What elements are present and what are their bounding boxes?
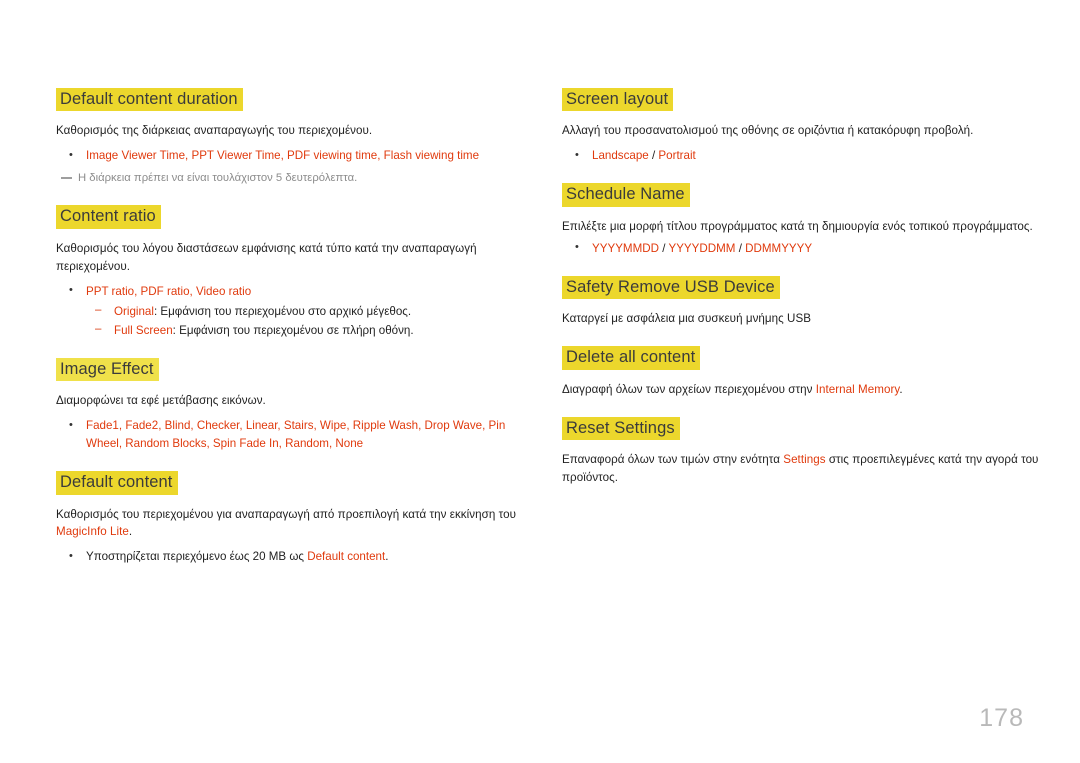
- heading-default-content-duration: Default content duration: [56, 88, 243, 112]
- list-item: Υποστηρίζεται περιεχόμενο έως 20 MB ως D…: [56, 548, 540, 566]
- bullet-list-schedule-name: YYYYMMDD / YYYYDDMM / DDMMYYYY: [562, 239, 1046, 258]
- paragraph-default-content: Καθορισμός του περιεχομένου για αναπαραγ…: [56, 506, 540, 542]
- section-delete-all-content: Delete all content Διαγραφή όλων των αρχ…: [562, 346, 1046, 398]
- bullet-list-content-ratio: PPT ratio, PDF ratio, Video ratio: [56, 282, 540, 301]
- list-item: Original: Εμφάνιση του περιεχομένου στο …: [84, 302, 540, 321]
- paragraph-term: MagicInfo Lite: [56, 525, 129, 539]
- paragraph-term: Internal Memory: [815, 382, 900, 396]
- option-terms: Fade1, Fade2, Blind, Checker, Linear, St…: [86, 419, 506, 451]
- sub-bullet-list-content-ratio: Original: Εμφάνιση του περιεχομένου στο …: [84, 302, 540, 340]
- sub-option-term: Original: [114, 304, 154, 318]
- list-item: YYYYMMDD / YYYYDDMM / DDMMYYYY: [562, 239, 1046, 258]
- list-item: Full Screen: Εμφάνιση του περιεχομένου σ…: [84, 321, 540, 340]
- option-terms: Image Viewer Time, PPT Viewer Time, PDF …: [86, 149, 480, 163]
- bullet-term: Default content: [307, 550, 386, 564]
- list-item: Image Viewer Time, PPT Viewer Time, PDF …: [56, 147, 540, 165]
- paragraph-text-after: .: [899, 382, 903, 396]
- bullet-text-before: Υποστηρίζεται περιεχόμενο έως 20 MB ως: [86, 550, 308, 564]
- paragraph-safety-remove-usb-device: Καταργεί με ασφάλεια μια συσκευή μνήμης …: [562, 312, 812, 326]
- paragraph-content-ratio: Καθορισμός του λόγου διαστάσεων εμφάνιση…: [56, 241, 477, 273]
- paragraph-delete-all-content: Διαγραφή όλων των αρχείων περιεχομένου σ…: [562, 381, 1046, 399]
- section-schedule-name: Schedule Name Επιλέξτε μια μορφή τίτλου …: [562, 183, 1046, 257]
- paragraph-reset-settings: Επαναφορά όλων των τιμών στην ενότητα Se…: [562, 451, 1046, 487]
- note-duration-minimum: Η διάρκεια πρέπει να είναι τουλάχιστον 5…: [56, 170, 540, 187]
- heading-safety-remove-usb-device: Safety Remove USB Device: [562, 275, 780, 300]
- option-term: Landscape: [592, 149, 649, 163]
- section-content-ratio: Content ratio Καθορισμός του λόγου διαστ…: [56, 205, 540, 339]
- bullet-list-default-content: Υποστηρίζεται περιεχόμενο έως 20 MB ως D…: [56, 548, 540, 566]
- heading-default-content: Default content: [56, 471, 178, 495]
- list-item: Landscape / Portrait: [562, 147, 1046, 165]
- paragraph-schedule-name: Επιλέξτε μια μορφή τίτλου προγράμματος κ…: [562, 219, 1033, 233]
- list-item: Fade1, Fade2, Blind, Checker, Linear, St…: [56, 417, 540, 453]
- right-column: Screen layout Αλλαγή του προσανατολισμού…: [562, 88, 1046, 487]
- paragraph-text-before: Διαγραφή όλων των αρχείων περιεχομένου σ…: [562, 382, 816, 396]
- sub-option-term: Full Screen: [114, 323, 173, 337]
- page-number: 178: [979, 704, 1024, 732]
- option-term: DDMMYYYY: [745, 241, 813, 255]
- list-item: PPT ratio, PDF ratio, Video ratio: [56, 282, 540, 301]
- note-text: Η διάρκεια πρέπει να είναι τουλάχιστον 5…: [78, 172, 358, 185]
- sub-list-wrapper: Original: Εμφάνιση του περιεχομένου στο …: [56, 302, 540, 340]
- bullet-text-after: .: [385, 550, 389, 564]
- paragraph-text-before: Καθορισμός του περιεχομένου για αναπαραγ…: [56, 507, 516, 521]
- paragraph-term: Settings: [783, 453, 826, 467]
- section-image-effect: Image Effect Διαμορφώνει τα εφέ μετάβαση…: [56, 357, 540, 453]
- bullet-list-screen-layout: Landscape / Portrait: [562, 147, 1046, 165]
- heading-delete-all-content: Delete all content: [562, 346, 701, 370]
- option-term: YYYYMMDD: [592, 241, 659, 255]
- heading-screen-layout: Screen layout: [562, 88, 674, 112]
- paragraph-image-effect: Διαμορφώνει τα εφέ μετάβασης εικόνων.: [56, 394, 266, 408]
- option-term: YYYYDDMM: [668, 241, 736, 255]
- section-safety-remove-usb-device: Safety Remove USB Device Καταργεί με ασφ…: [562, 275, 1046, 328]
- paragraph-screen-layout: Αλλαγή του προσανατολισμού της οθόνης σε…: [562, 124, 974, 138]
- paragraph-default-content-duration: Καθορισμός της διάρκειας αναπαραγωγής το…: [56, 124, 373, 138]
- heading-image-effect: Image Effect: [56, 357, 159, 382]
- two-column-layout: Default content duration Καθορισμός της …: [56, 88, 1038, 568]
- option-separator: /: [735, 241, 746, 255]
- bullet-list-image-effect: Fade1, Fade2, Blind, Checker, Linear, St…: [56, 417, 540, 453]
- section-default-content-duration: Default content duration Καθορισμός της …: [56, 88, 540, 187]
- bullet-list-default-content-duration: Image Viewer Time, PPT Viewer Time, PDF …: [56, 147, 540, 165]
- option-term: Portrait: [658, 149, 696, 163]
- paragraph-text-before: Επαναφορά όλων των τιμών στην ενότητα: [562, 453, 784, 467]
- sub-option-description: : Εμφάνιση του περιεχομένου σε πλήρη οθό…: [172, 323, 414, 337]
- paragraph-text-after: .: [128, 525, 133, 539]
- option-terms: PPT ratio, PDF ratio, Video ratio: [86, 284, 252, 298]
- sub-option-description: : Εμφάνιση του περιεχομένου στο αρχικό μ…: [153, 304, 412, 318]
- section-default-content: Default content Καθορισμός του περιεχομέ…: [56, 471, 540, 566]
- section-screen-layout: Screen layout Αλλαγή του προσανατολισμού…: [562, 88, 1046, 165]
- option-separator: /: [648, 149, 659, 163]
- heading-reset-settings: Reset Settings: [562, 416, 680, 441]
- manual-page: Default content duration Καθορισμός της …: [0, 0, 1080, 763]
- section-reset-settings: Reset Settings Επαναφορά όλων των τιμών …: [562, 416, 1046, 487]
- heading-content-ratio: Content ratio: [56, 205, 161, 229]
- left-column: Default content duration Καθορισμός της …: [56, 88, 540, 568]
- heading-schedule-name: Schedule Name: [562, 183, 690, 207]
